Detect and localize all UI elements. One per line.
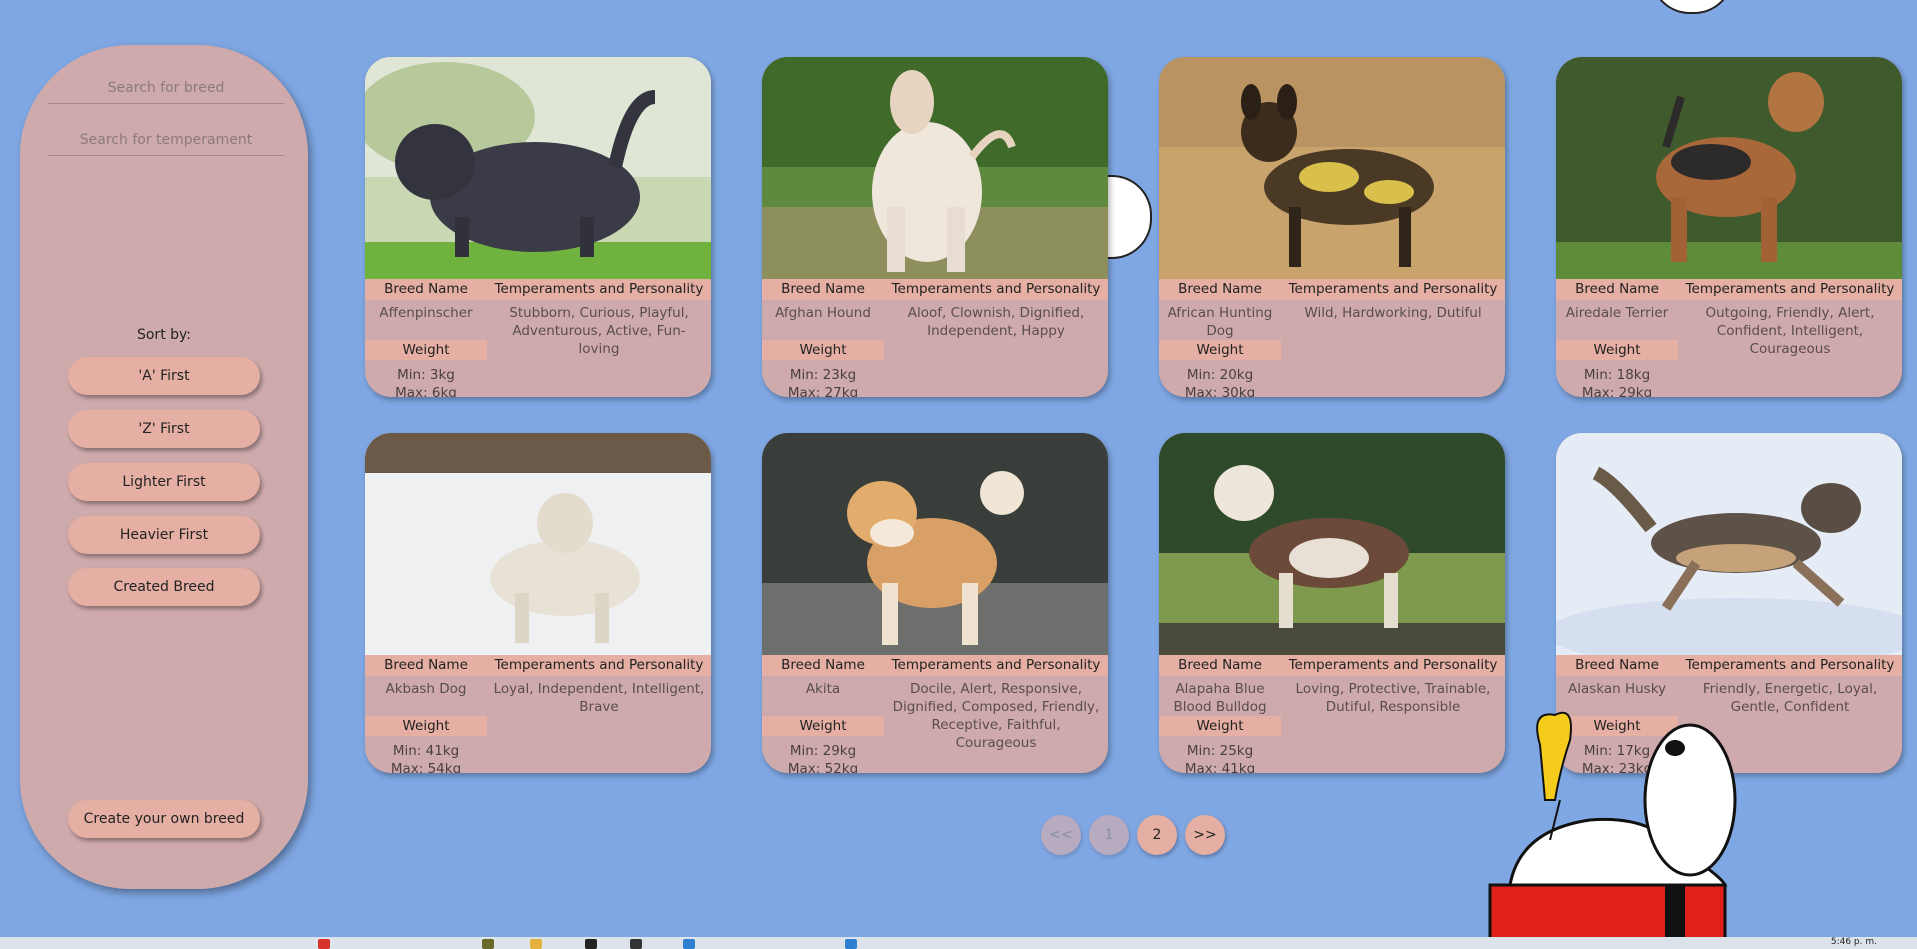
- sort-a-first-button[interactable]: 'A' First: [68, 357, 260, 395]
- app-taskbar-icon[interactable]: [845, 939, 857, 949]
- temperament-text: Loving, Protective, Trainable, Dutiful, …: [1295, 681, 1491, 715]
- weight-max: Max: 27kg: [787, 385, 859, 397]
- breed-name-header: Breed Name: [1159, 279, 1281, 300]
- folder-taskbar-icon[interactable]: [530, 939, 542, 949]
- dog-photo: [365, 433, 711, 655]
- app-taskbar-icon[interactable]: [482, 939, 494, 949]
- browser-taskbar-icon[interactable]: [318, 939, 330, 949]
- breed-name: Airedale Terrier: [1565, 305, 1669, 321]
- breed-name-header: Breed Name: [762, 655, 884, 676]
- breed-card[interactable]: Breed Name Akbash Dog Weight Min: 41kg M…: [365, 433, 711, 773]
- weight-min: Min: 41kg: [392, 743, 460, 759]
- temperament-header: Temperaments and Personality: [487, 655, 711, 676]
- weight-min: Min: 25kg: [1186, 743, 1254, 759]
- breed-card[interactable]: Breed Name Affenpinscher Weight Min: 3kg…: [365, 57, 711, 397]
- breed-name: Akita: [805, 681, 841, 697]
- weight-max: Max: 30kg: [1184, 385, 1256, 397]
- dog-photo: [762, 57, 1108, 279]
- weight-max: Max: 29kg: [1581, 385, 1653, 397]
- breed-card[interactable]: Breed Name Alapaha Blue Blood Bulldog We…: [1159, 433, 1505, 773]
- temperament-text: Aloof, Clownish, Dignified, Independent,…: [907, 305, 1085, 339]
- create-breed-button[interactable]: Create your own breed: [68, 800, 260, 838]
- snoopy-decoration: [1488, 711, 1737, 940]
- weight-max: Max: 41kg: [1184, 761, 1256, 773]
- temperament-header: Temperaments and Personality: [1678, 279, 1902, 300]
- breed-card[interactable]: Breed Name African Hunting Dog Weight Mi…: [1159, 57, 1505, 397]
- temperament-header: Temperaments and Personality: [487, 279, 711, 300]
- temperament-search-input[interactable]: [48, 125, 284, 156]
- breed-name-header: Breed Name: [762, 279, 884, 300]
- temperament-header: Temperaments and Personality: [884, 655, 1108, 676]
- weight-header: Weight: [1159, 716, 1281, 736]
- sort-label: Sort by:: [136, 327, 192, 343]
- weight-min: Min: 20kg: [1186, 367, 1254, 383]
- breed-name: Akbash Dog: [385, 681, 467, 697]
- temperament-text: Docile, Alert, Responsive, Dignified, Co…: [892, 681, 1100, 751]
- vscode-taskbar-icon[interactable]: [683, 939, 695, 949]
- weight-header: Weight: [365, 340, 487, 360]
- breed-name: Affenpinscher: [379, 305, 473, 321]
- page-2-button[interactable]: 2: [1137, 815, 1177, 855]
- weight-header: Weight: [762, 716, 884, 736]
- weight-max: Max: 54kg: [390, 761, 462, 773]
- sort-z-first-button[interactable]: 'Z' First: [68, 410, 260, 448]
- app-taskbar-icon[interactable]: [585, 939, 597, 949]
- taskbar-clock: 5:46 p. m.: [1830, 937, 1877, 947]
- temperament-text: Loyal, Independent, Intelligent, Brave: [493, 681, 705, 715]
- dog-photo: [762, 433, 1108, 655]
- next-page-button[interactable]: >>: [1185, 815, 1225, 855]
- breed-name: Afghan Hound: [775, 305, 871, 321]
- temperament-header: Temperaments and Personality: [1281, 655, 1505, 676]
- breed-card[interactable]: Breed Name Afghan Hound Weight Min: 23kg…: [762, 57, 1108, 397]
- weight-min: Min: 29kg: [789, 743, 857, 759]
- sidebar: Sort by: 'A' First 'Z' First Lighter Fir…: [20, 45, 308, 889]
- temperament-header: Temperaments and Personality: [1281, 279, 1505, 300]
- temperament-header: Temperaments and Personality: [884, 279, 1108, 300]
- sort-lighter-first-button[interactable]: Lighter First: [68, 463, 260, 501]
- breed-card[interactable]: Breed Name Airedale Terrier Weight Min: …: [1556, 57, 1902, 397]
- breed-name-header: Breed Name: [1159, 655, 1281, 676]
- dog-photo: [1159, 433, 1505, 655]
- prev-page-button[interactable]: <<: [1041, 815, 1081, 855]
- temperament-text: Wild, Hardworking, Dutiful: [1304, 305, 1482, 321]
- dog-photo: [1159, 57, 1505, 279]
- dog-photo: [1556, 57, 1902, 279]
- breed-name: African Hunting Dog: [1167, 305, 1273, 339]
- weight-max: Max: 6kg: [395, 385, 457, 397]
- breed-name: Alapaha Blue Blood Bulldog: [1173, 681, 1267, 715]
- weight-min: Min: 3kg: [397, 367, 455, 383]
- temperament-text: Outgoing, Friendly, Alert, Confident, In…: [1705, 305, 1875, 357]
- temperament-text: Stubborn, Curious, Playful, Adventurous,…: [509, 305, 689, 357]
- cloud-decoration: [1650, 0, 1734, 14]
- breed-card[interactable]: Breed Name Akita Weight Min: 29kg Max: 5…: [762, 433, 1108, 773]
- page-1-button[interactable]: 1: [1089, 815, 1129, 855]
- weight-min: Min: 23kg: [789, 367, 857, 383]
- dog-photo: [365, 57, 711, 279]
- terminal-taskbar-icon[interactable]: [630, 939, 642, 949]
- weight-header: Weight: [762, 340, 884, 360]
- breed-name-header: Breed Name: [1556, 655, 1678, 676]
- cloud-decoration: [1105, 175, 1152, 259]
- weight-max: Max: 52kg: [787, 761, 859, 773]
- sort-created-breed-button[interactable]: Created Breed: [68, 568, 260, 606]
- breed-name-header: Breed Name: [1556, 279, 1678, 300]
- taskbar: 5:46 p. m.: [0, 937, 1917, 949]
- weight-min: Min: 18kg: [1583, 367, 1651, 383]
- weight-header: Weight: [365, 716, 487, 736]
- breed-name-header: Breed Name: [365, 279, 487, 300]
- weight-header: Weight: [1556, 340, 1678, 360]
- dog-photo: [1556, 433, 1902, 655]
- temperament-header: Temperaments and Personality: [1678, 655, 1902, 676]
- breed-search-input[interactable]: [48, 73, 284, 104]
- sort-heavier-first-button[interactable]: Heavier First: [68, 516, 260, 554]
- weight-header: Weight: [1159, 340, 1281, 360]
- breed-name-header: Breed Name: [365, 655, 487, 676]
